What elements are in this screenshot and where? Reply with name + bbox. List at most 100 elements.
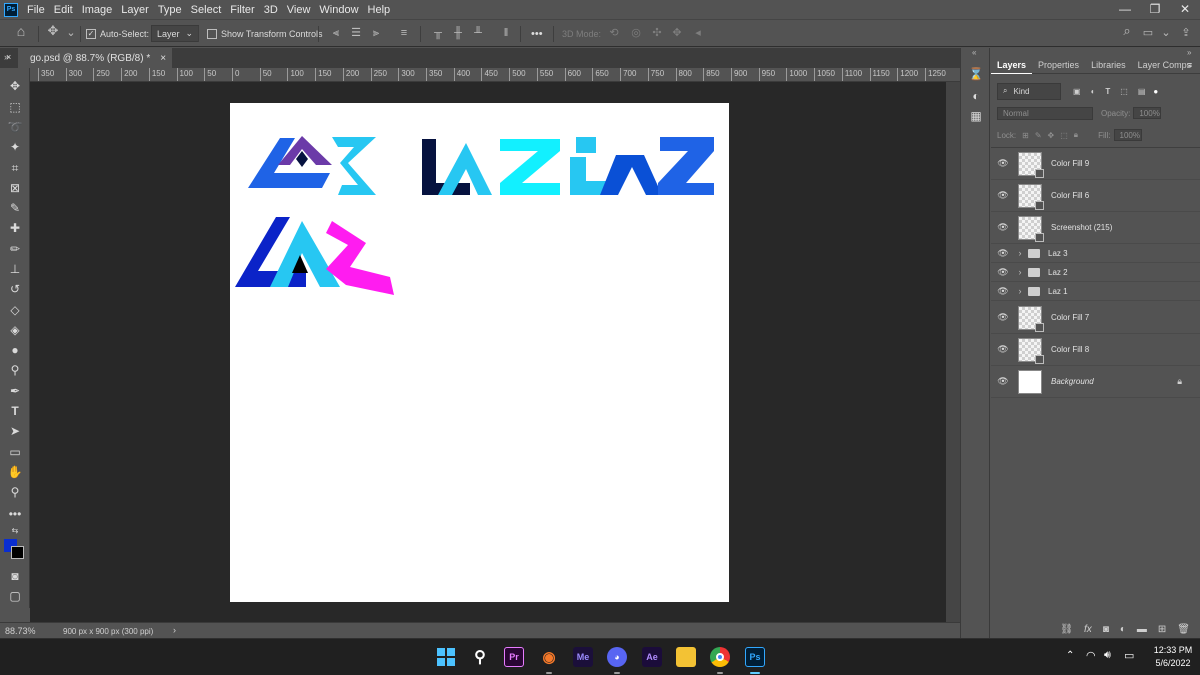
dodge-tool-icon[interactable]: ⚲ [6, 362, 24, 378]
more-options-button[interactable]: ••• [531, 25, 543, 42]
media-encoder-icon[interactable]: Me [573, 647, 593, 667]
rectangle-tool-icon[interactable]: ▭ [6, 444, 24, 460]
blur-tool-icon[interactable]: ● [6, 342, 24, 358]
layer-group-row[interactable]: 👁︎ › Laz 2 [991, 263, 1200, 282]
auto-select-target-dropdown[interactable]: Layer ⌄ [151, 25, 200, 42]
search-icon[interactable]: ⚲ [470, 647, 490, 667]
lock-transparent-icon[interactable]: ⊞ [1022, 131, 1029, 140]
crop-tool-icon[interactable]: ⌗ [6, 160, 24, 176]
document-tab[interactable]: go.psd @ 88.7% (RGB/8) * × [18, 48, 173, 68]
menu-window[interactable]: Window [319, 4, 358, 16]
windows-start-icon[interactable] [436, 647, 456, 667]
clock[interactable]: 12:33 PM 5/6/2022 [1150, 644, 1196, 670]
align-left-icon[interactable]: ⫷ [330, 27, 342, 39]
zoom-level[interactable]: 88.73% [5, 626, 36, 636]
battery-icon[interactable]: ▭ [1124, 649, 1134, 662]
delete-layer-icon[interactable]: 🗑︎ [1177, 624, 1190, 635]
premiere-icon[interactable]: Pr [504, 647, 524, 667]
menu-3d[interactable]: 3D [264, 4, 278, 16]
fill-field[interactable]: 100% [1113, 129, 1142, 141]
document-canvas[interactable] [230, 103, 729, 602]
layer-row[interactable]: 👁︎ Color Fill 6 [991, 180, 1200, 212]
history-brush-tool-icon[interactable]: ↺ [6, 281, 24, 297]
filter-toggle-icon[interactable]: ● [1153, 87, 1158, 96]
panel-menu-icon[interactable]: ≡ [1187, 60, 1192, 70]
quick-mask-icon[interactable]: ◙ [6, 568, 24, 584]
lock-position-icon[interactable]: ✥ [1048, 131, 1055, 140]
background-color-swatch[interactable] [11, 546, 24, 559]
menu-view[interactable]: View [287, 4, 311, 16]
align-bottom-icon[interactable]: ╨ [472, 27, 484, 39]
chrome-icon[interactable] [710, 647, 730, 667]
new-layer-icon[interactable]: ⊞ [1158, 624, 1166, 635]
chevron-right-icon[interactable]: › [1015, 248, 1025, 258]
frame-tool-icon[interactable]: ⊠ [6, 180, 24, 196]
align-center-icon[interactable]: ☰ [350, 27, 362, 39]
layer-row[interactable]: 👁︎ Screenshot (215) [991, 212, 1200, 244]
opacity-field[interactable]: 100% [1133, 107, 1162, 119]
eye-icon[interactable]: 👁︎ [991, 312, 1015, 323]
menu-edit[interactable]: Edit [54, 4, 73, 16]
history-panel-icon[interactable]: ⌛ [968, 66, 984, 82]
close-icon[interactable]: × [6, 52, 11, 62]
eye-icon[interactable]: 👁︎ [991, 267, 1015, 278]
workspace-icon[interactable]: ▭ [1142, 27, 1154, 39]
search-icon[interactable]: ⌕ [1121, 24, 1133, 37]
magic-wand-tool-icon[interactable]: ✦ [6, 139, 24, 155]
3d-slide-icon[interactable]: ✥ [671, 27, 683, 39]
zoom-tool-icon[interactable]: ⚲ [6, 484, 24, 500]
fx-icon[interactable]: fx [1084, 624, 1092, 635]
collapse-dock-icon[interactable]: « [972, 48, 976, 57]
menu-layer[interactable]: Layer [121, 4, 149, 16]
menu-type[interactable]: Type [158, 4, 182, 16]
new-group-icon[interactable]: ▬ [1137, 624, 1147, 635]
photoshop-logo-icon[interactable]: Ps [4, 2, 18, 17]
eye-icon[interactable]: 👁︎ [991, 158, 1015, 169]
eye-icon[interactable]: 👁︎ [991, 286, 1015, 297]
marquee-tool-icon[interactable]: ⬚ [6, 99, 24, 115]
blender-icon[interactable]: ◉ [539, 647, 559, 667]
adjustment-layer-icon[interactable]: ◐ [1120, 624, 1126, 635]
lock-pixels-icon[interactable]: ✎ [1035, 131, 1042, 140]
align-right-icon[interactable]: ⫸ [370, 27, 382, 39]
home-icon[interactable]: ⌂ [15, 24, 27, 38]
healing-brush-tool-icon[interactable]: ✚ [6, 220, 24, 236]
swap-colors-icon[interactable]: ⇆ [6, 523, 24, 539]
type-filter-icon[interactable]: T [1105, 87, 1110, 96]
discord-icon[interactable]: ◕ [607, 647, 627, 667]
adjustment-filter-icon[interactable]: ◐ [1091, 87, 1096, 96]
share-icon[interactable]: ⇪ [1180, 27, 1192, 39]
lock-artboard-icon[interactable]: ⬚ [1060, 131, 1068, 140]
wifi-icon[interactable]: ◠ [1086, 649, 1096, 662]
menu-filter[interactable]: Filter [230, 4, 254, 16]
volume-icon[interactable]: 🔊︎ [1104, 649, 1111, 662]
smart-object-filter-icon[interactable]: ▤ [1138, 87, 1146, 96]
pen-tool-icon[interactable]: ✒ [6, 383, 24, 399]
3d-roll-icon[interactable]: ◎ [630, 27, 642, 39]
menu-file[interactable]: File [27, 4, 45, 16]
align-top-icon[interactable]: ╥ [432, 27, 444, 39]
chevron-right-icon[interactable]: › [1015, 286, 1025, 296]
tab-properties[interactable]: Properties [1032, 56, 1085, 74]
3d-scale-icon[interactable]: ◂ [692, 27, 704, 39]
photoshop-icon[interactable]: Ps [745, 647, 765, 667]
eye-icon[interactable]: 👁︎ [991, 376, 1015, 387]
file-explorer-icon[interactable] [676, 647, 696, 667]
tab-libraries[interactable]: Libraries [1085, 56, 1132, 74]
menu-image[interactable]: Image [82, 4, 113, 16]
auto-select-checkbox[interactable]: ✓ Auto-Select: [86, 25, 149, 42]
minimize-icon[interactable]: — [1110, 0, 1140, 17]
chevron-down-icon[interactable]: ⌄ [65, 27, 77, 39]
hand-tool-icon[interactable]: ✋ [6, 464, 24, 480]
layer-group-row[interactable]: 👁︎ › Laz 1 [991, 282, 1200, 301]
lock-all-icon[interactable]: 🔒︎ [1074, 130, 1078, 140]
layer-row[interactable]: 👁︎ Color Fill 9 [991, 148, 1200, 180]
eye-icon[interactable]: 👁︎ [991, 222, 1015, 233]
shape-filter-icon[interactable]: ⬚ [1120, 87, 1128, 96]
eyedropper-tool-icon[interactable]: ✎ [6, 200, 24, 216]
close-tab-icon[interactable]: × [160, 53, 166, 64]
layer-row[interactable]: 👁︎ Color Fill 8 [991, 334, 1200, 366]
3d-orbit-icon[interactable]: ⟲ [608, 27, 620, 39]
paint-bucket-tool-icon[interactable]: ◈ [6, 322, 24, 338]
stamp-tool-icon[interactable]: ⊥ [6, 261, 24, 277]
